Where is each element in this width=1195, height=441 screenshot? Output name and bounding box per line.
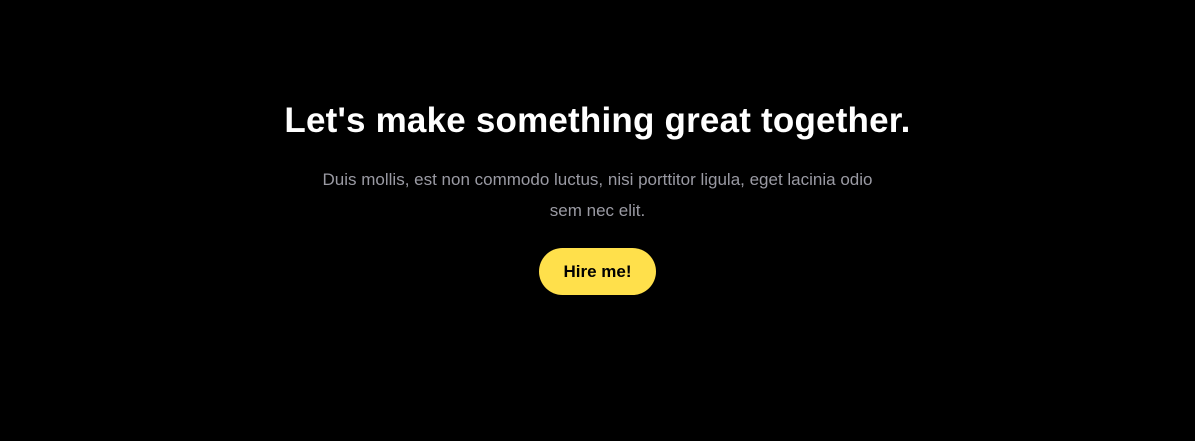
cta-description: Duis mollis, est non commodo luctus, nis… — [322, 170, 873, 220]
cta-title: Let's make something great together. — [284, 101, 911, 140]
cta-section: Let's make something great together. Dui… — [0, 98, 1195, 295]
hire-me-button[interactable]: Hire me! — [539, 248, 656, 295]
